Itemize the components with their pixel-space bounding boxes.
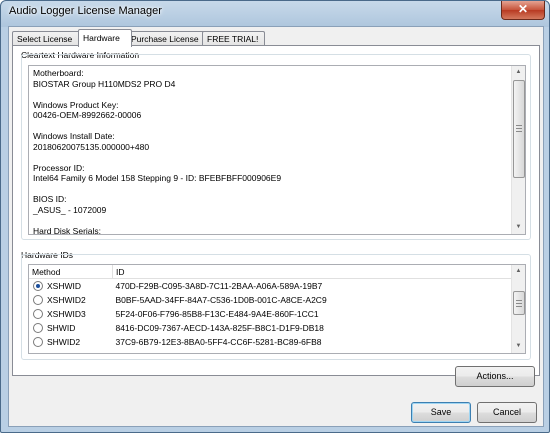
tab-label: Hardware — [83, 33, 120, 43]
method-cell: XSHWID3 — [29, 307, 113, 321]
scroll-up-arrow-icon[interactable]: ▲ — [512, 265, 525, 278]
table-header: Method ID — [29, 265, 512, 279]
table-row[interactable]: SHWID 8416-DC09-7367-AECD-143A-825F-B8C1-… — [29, 321, 512, 335]
license-manager-window: Audio Logger License Manager ✕ Select Li… — [0, 0, 550, 433]
tab-label: Purchase License — [131, 34, 199, 44]
scroll-thumb[interactable] — [513, 291, 525, 315]
hardware-info-line: Intel64 Family 6 Model 158 Stepping 9 - … — [33, 173, 282, 183]
radio-button[interactable] — [33, 337, 43, 347]
table-row[interactable]: XSHWID3 5F24-0F06-F796-85B8-F13C-E484-9A4… — [29, 307, 512, 321]
tab-free-trial[interactable]: FREE TRIAL! — [202, 31, 265, 46]
hardware-info-line: BIOS ID: — [33, 194, 67, 204]
hardware-info-line: _ASUS_ - 1072009 — [33, 204, 107, 215]
tab-hardware[interactable]: Hardware — [78, 29, 132, 47]
hardware-ids-table: Method ID XSHWID 470D-F29B-C095-3A8D-7C11… — [29, 265, 512, 349]
save-button[interactable]: Save — [411, 402, 471, 423]
hardware-info-line — [33, 89, 509, 100]
title-bar[interactable]: Audio Logger License Manager ✕ — [1, 1, 549, 25]
hardware-info-line: Windows Install Date: — [33, 131, 115, 141]
hardware-info-line: 20180620075135.000000+480 — [33, 141, 150, 152]
id-cell: 470D-F29B-C095-3A8D-7C11-2BAA-A06A-589A-… — [115, 281, 323, 291]
method-label: XSHWID2 — [47, 295, 86, 305]
hardware-info-line — [33, 152, 509, 163]
dialog-body: Select License Hardware Purchase License… — [8, 26, 544, 427]
table-row[interactable]: XSHWID2 B0BF-5AAD-34FF-84A7-C536-1D0B-001… — [29, 293, 512, 307]
hardware-info-scrollbar[interactable]: ▲ ▼ — [511, 66, 525, 234]
method-cell: SHWID2 — [29, 335, 113, 349]
radio-button[interactable] — [33, 295, 43, 305]
hardware-info-line — [33, 121, 509, 132]
column-header-method[interactable]: Method — [29, 265, 113, 279]
hardware-info-line: Processor ID: — [33, 162, 85, 173]
hardware-info-line: 00426-OEM-8992662-00006 — [33, 110, 142, 120]
table-row[interactable]: SHWID2 37C9-6B79-12E3-8BA0-5FF4-CC6F-5281… — [29, 335, 512, 349]
method-cell: SHWID — [29, 321, 113, 335]
table-row[interactable]: XSHWID 470D-F29B-C095-3A8D-7C11-2BAA-A06A… — [29, 279, 512, 294]
tab-label: Select License — [17, 34, 73, 44]
hardware-info-line: Hard Disk Serials: — [33, 225, 102, 235]
hardware-info-line: Motherboard: — [33, 68, 84, 78]
scroll-up-arrow-icon[interactable]: ▲ — [512, 66, 525, 79]
hardware-info-textbox[interactable]: Motherboard: BIOSTAR Group H110MDS2 PRO D… — [28, 65, 526, 235]
window-title: Audio Logger License Manager — [9, 5, 162, 17]
method-label: SHWID2 — [47, 337, 81, 347]
method-label: SHWID — [47, 323, 76, 333]
tab-purchase-license[interactable]: Purchase License — [126, 31, 205, 46]
id-cell: B0BF-5AAD-34FF-84A7-C536-1D0B-001C-A8CE-… — [115, 295, 327, 305]
hardware-tab-panel: Cleartext Hardware Information Motherboa… — [12, 45, 540, 376]
actions-button[interactable]: Actions... — [455, 366, 535, 387]
hardware-info-line — [33, 215, 509, 226]
hardware-info-line: Windows Product Key: — [33, 99, 119, 110]
cancel-button[interactable]: Cancel — [477, 402, 537, 423]
radio-button[interactable] — [33, 309, 43, 319]
hardware-info-line — [33, 184, 509, 195]
radio-button[interactable] — [33, 281, 43, 291]
scroll-down-arrow-icon[interactable]: ▼ — [512, 340, 525, 353]
method-cell: XSHWID — [29, 279, 113, 294]
close-icon: ✕ — [517, 2, 529, 16]
close-button[interactable]: ✕ — [501, 1, 545, 20]
scroll-down-arrow-icon[interactable]: ▼ — [512, 221, 525, 234]
tab-label: FREE TRIAL! — [207, 34, 259, 44]
hardware-ids-scrollbar[interactable]: ▲ ▼ — [511, 265, 525, 353]
column-header-id[interactable]: ID — [112, 265, 512, 279]
id-cell: 37C9-6B79-12E3-8BA0-5FF4-CC6F-5281-BC89-… — [115, 337, 322, 347]
id-cell: 5F24-0F06-F796-85B8-F13C-E484-9A4E-860F-… — [115, 309, 319, 319]
id-cell: 8416-DC09-7367-AECD-143A-825F-B8C1-D1F9-… — [115, 323, 324, 333]
method-label: XSHWID — [47, 281, 81, 291]
hardware-ids-list[interactable]: Method ID XSHWID 470D-F29B-C095-3A8D-7C11… — [28, 264, 526, 354]
hardware-info-text: Motherboard: BIOSTAR Group H110MDS2 PRO D… — [33, 68, 509, 235]
scroll-thumb[interactable] — [513, 80, 525, 178]
method-label: XSHWID3 — [47, 309, 86, 319]
hardware-ids-group: Method ID XSHWID 470D-F29B-C095-3A8D-7C11… — [21, 254, 531, 360]
hardware-info-group: Motherboard: BIOSTAR Group H110MDS2 PRO D… — [21, 54, 531, 240]
tab-select-license[interactable]: Select License — [12, 31, 80, 46]
radio-button[interactable] — [33, 323, 43, 333]
hardware-info-line: BIOSTAR Group H110MDS2 PRO D4 — [33, 78, 176, 89]
method-cell: XSHWID2 — [29, 293, 113, 307]
